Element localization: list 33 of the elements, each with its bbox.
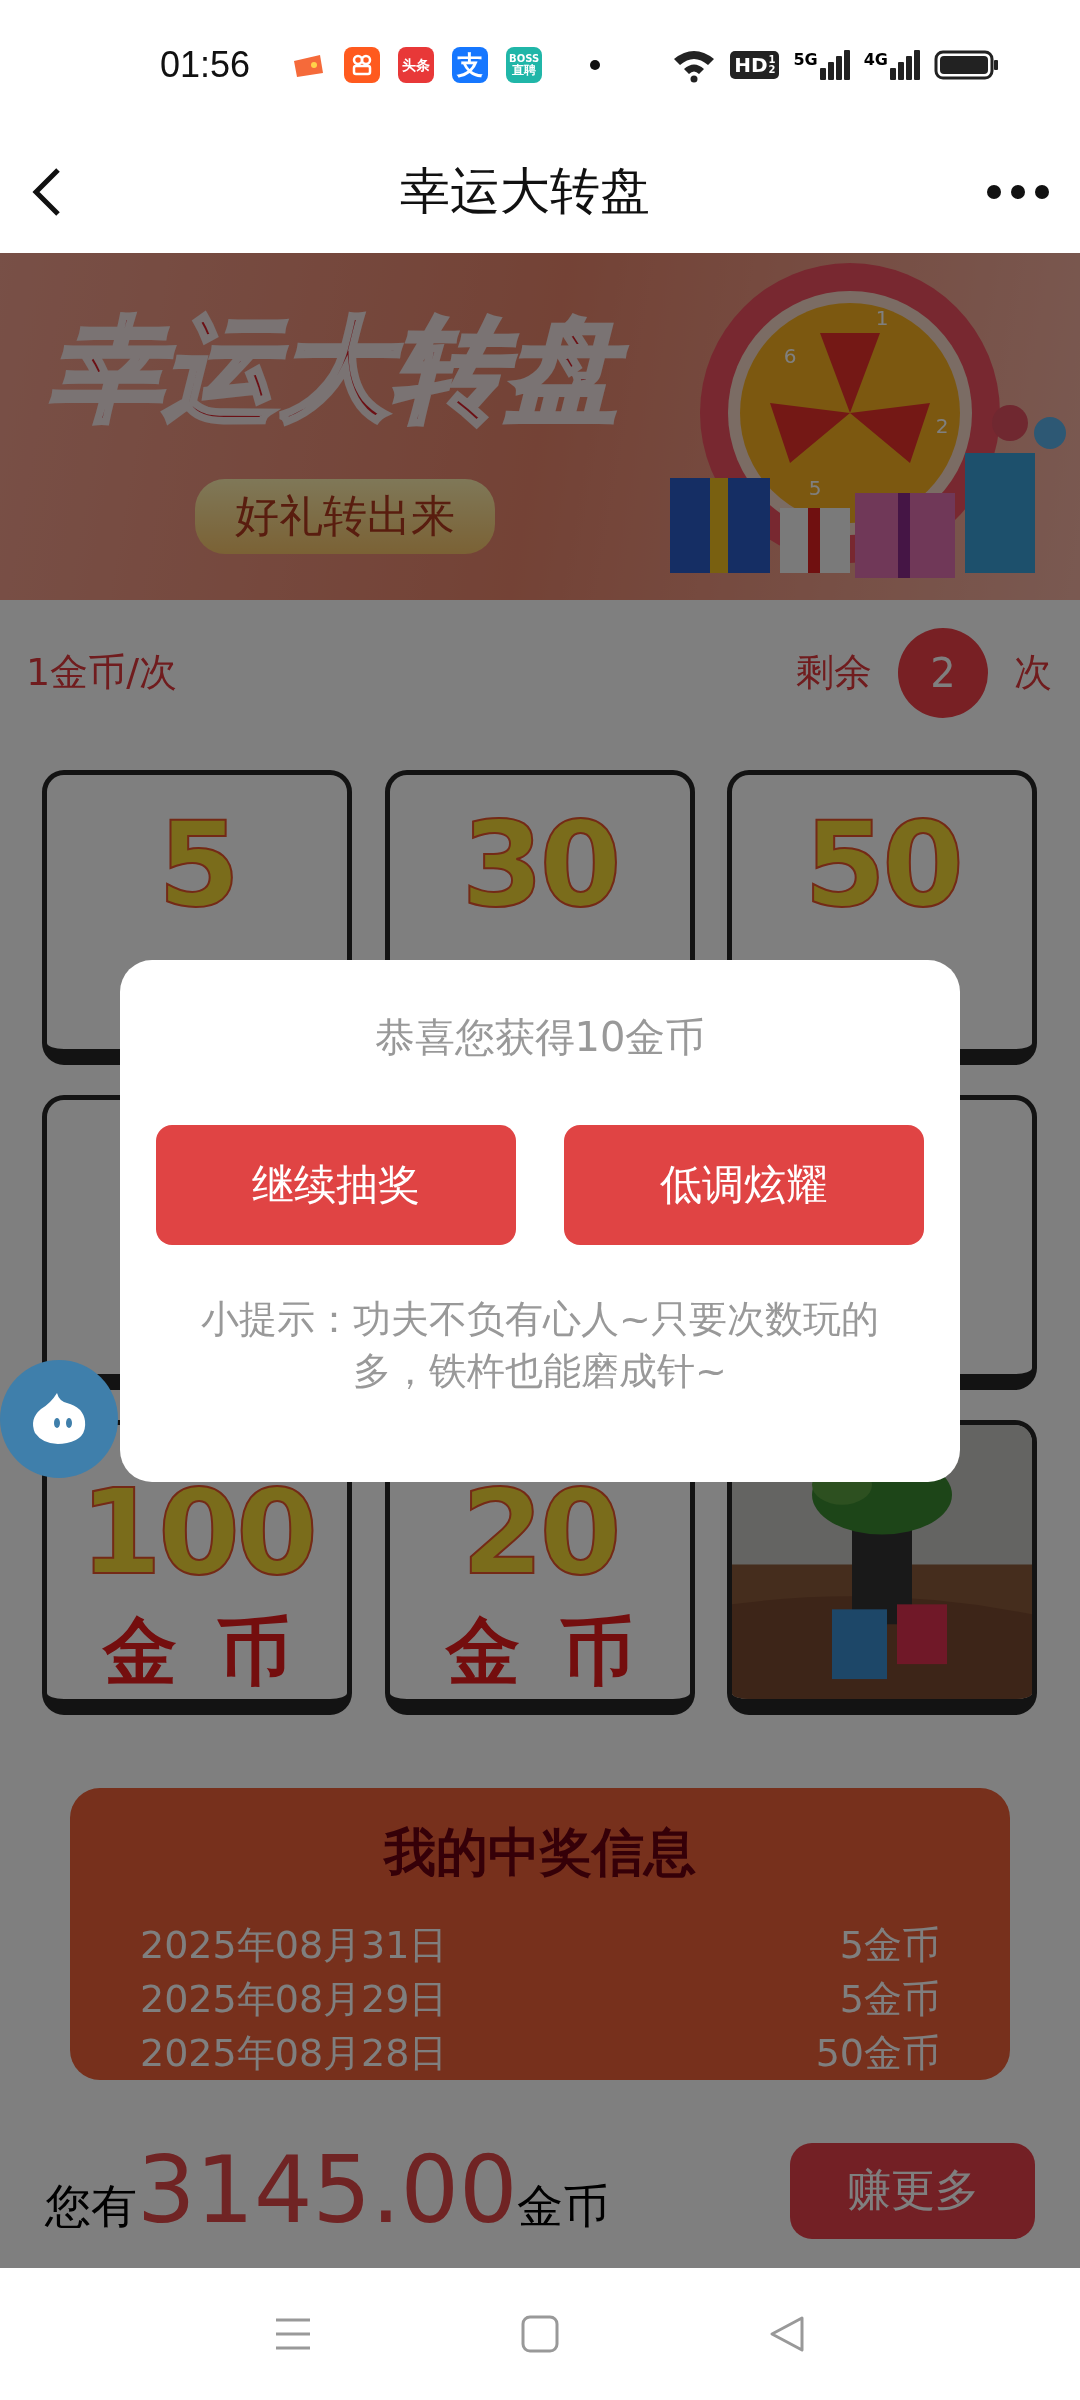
earn-more-button[interactable]: 赚更多 <box>790 2142 1035 2239</box>
banner-title: 幸运大转盘 <box>40 299 650 439</box>
cost-per-spin: 1金币/次 <box>26 649 177 696</box>
win-date: 2025年08月31日 <box>140 1922 448 1969</box>
win-date: 2025年08月28日 <box>140 2030 448 2077</box>
win-prize: 5金币 <box>839 1976 940 2023</box>
prize-amount: 30 <box>461 805 618 923</box>
dialog-tip: 小提示：功夫不负有心人~只要次数玩的多，铁杵也能磨成针~ <box>200 1296 880 1395</box>
balance-prefix: 您有 <box>45 2178 137 2235</box>
win-date: 2025年08月29日 <box>140 1976 448 2023</box>
prize-amount: 5 <box>157 805 237 923</box>
news-app-icon: 头条 <box>398 47 435 83</box>
pay-app-icon: 支 <box>452 47 489 83</box>
panel-title: 我的中奖信息 <box>384 1821 696 1884</box>
banner-slogan: 好礼转出来 <box>195 479 495 554</box>
prize-unit: 金币 <box>445 1607 674 1696</box>
coin-balance: 3145.00 <box>137 2144 518 2237</box>
page-title: 幸运大转盘 <box>400 161 650 222</box>
dialog-message: 恭喜您获得10金币 <box>374 1013 706 1062</box>
prize-unit: 金币 <box>103 1607 331 1696</box>
dialog-button[interactable]: 继续抽奖 <box>156 1125 516 1245</box>
prize-amount: 50 <box>803 805 961 923</box>
remaining-label: 剩余 <box>796 649 872 696</box>
jobs-app-icon: BOSS 直聘 <box>506 47 543 83</box>
prize-amount: 20 <box>461 1473 618 1591</box>
balance-suffix: 金币 <box>517 2178 610 2235</box>
remaining-count: 2 <box>898 627 988 718</box>
win-prize: 50金币 <box>815 2030 940 2077</box>
prize-amount: 100 <box>79 1473 315 1591</box>
status-time: 01:56 <box>160 44 251 86</box>
remaining-unit: 次 <box>1014 649 1052 696</box>
dialog-button[interactable]: 低调炫耀 <box>564 1125 924 1245</box>
win-prize: 5金币 <box>839 1922 940 1969</box>
